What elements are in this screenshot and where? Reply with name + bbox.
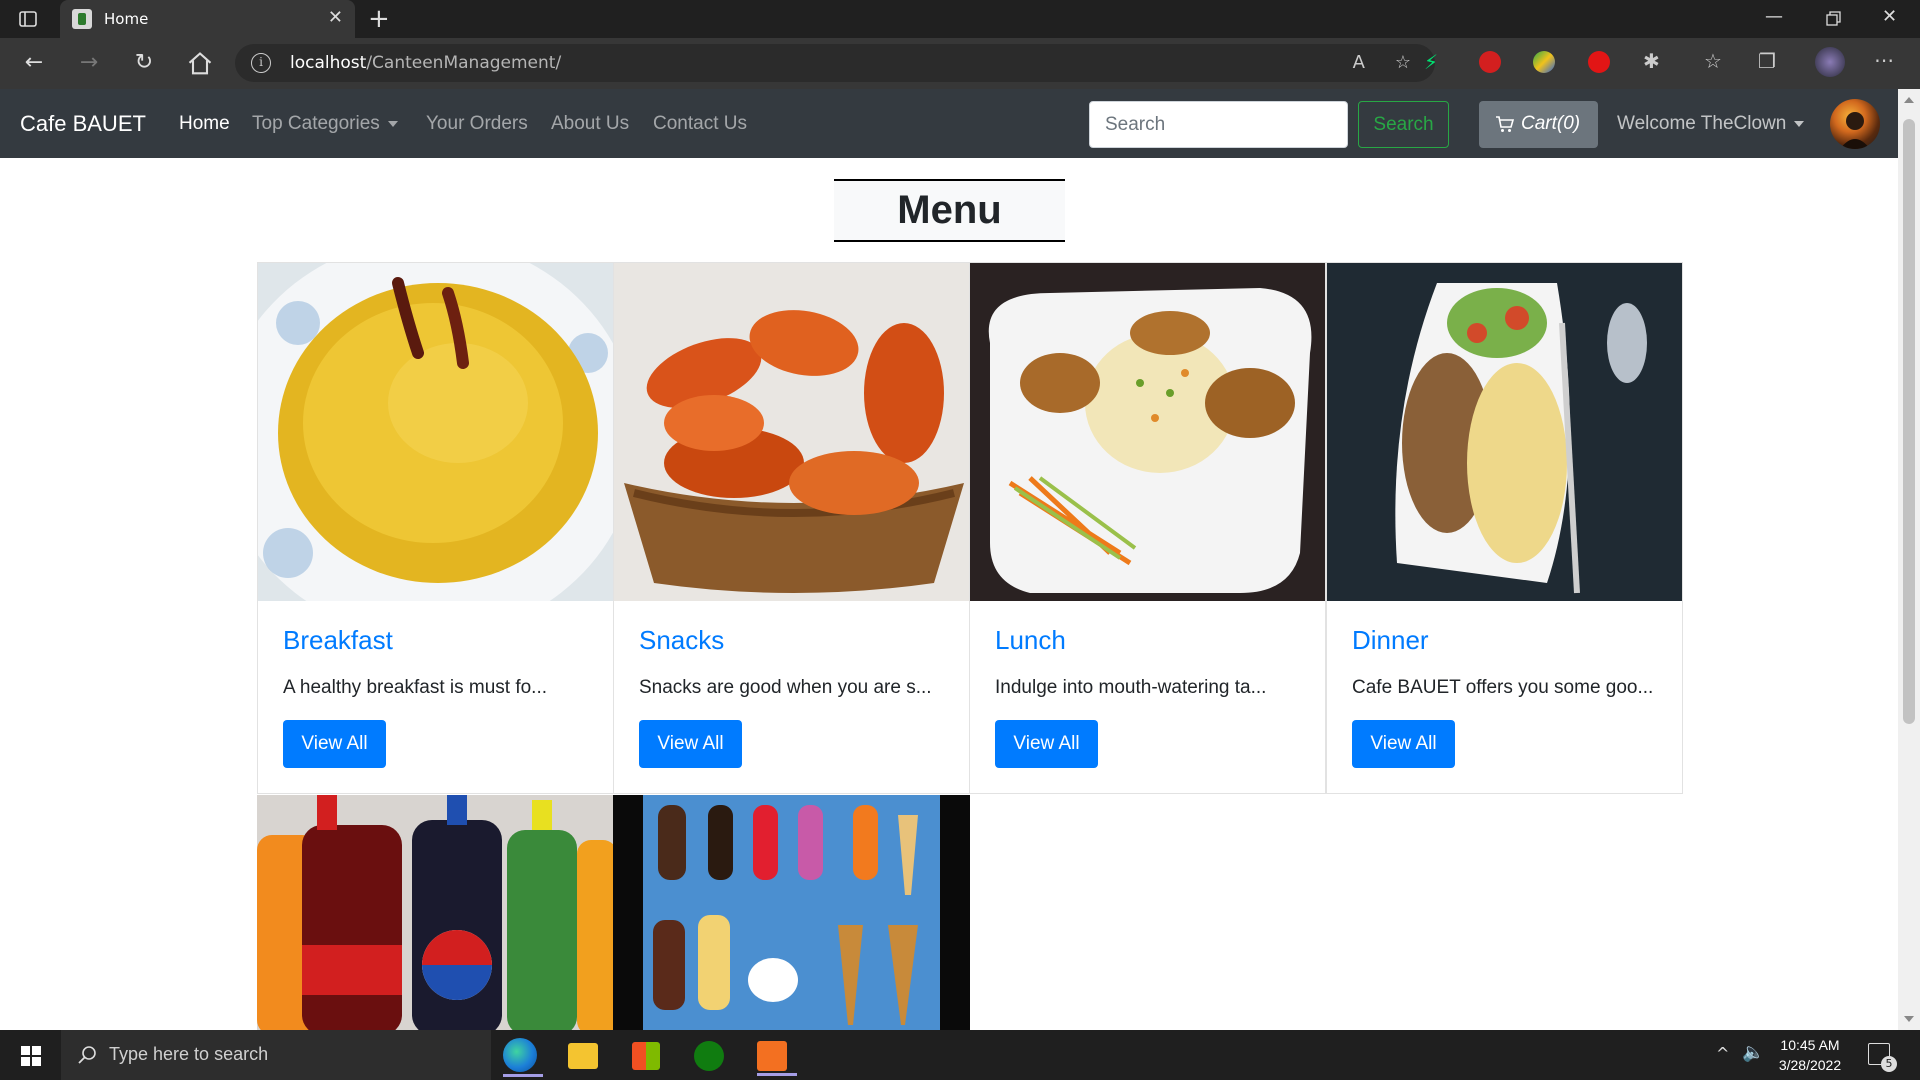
user-menu-toggle[interactable]: Welcome TheClown bbox=[1617, 113, 1805, 135]
card-title[interactable]: Snacks bbox=[639, 625, 724, 656]
card-description: Snacks are good when you are s... bbox=[639, 677, 932, 698]
address-bar[interactable]: i localhost/CanteenManagement/ A ☆ bbox=[235, 44, 1435, 82]
browser-tab[interactable]: Home ✕ bbox=[60, 0, 355, 38]
scroll-thumb[interactable] bbox=[1903, 119, 1915, 724]
notification-count-badge: 5 bbox=[1881, 1056, 1897, 1072]
card-title[interactable]: Dinner bbox=[1352, 625, 1429, 656]
user-avatar[interactable] bbox=[1830, 99, 1880, 149]
volume-icon[interactable]: 🔈 bbox=[1742, 1042, 1764, 1063]
card-description: A healthy breakfast is must fo... bbox=[283, 677, 548, 698]
show-hidden-icons-icon[interactable]: ^ bbox=[1716, 1044, 1729, 1063]
favorites-icon[interactable]: ☆ bbox=[1704, 49, 1722, 73]
extension-hand-icon[interactable] bbox=[1588, 51, 1610, 73]
refresh-icon[interactable]: ↻ bbox=[130, 49, 158, 77]
taskbar-search[interactable]: Type here to search bbox=[61, 1030, 491, 1080]
browser-toolbar: ← → ↻ i localhost/CanteenManagement/ A ☆… bbox=[0, 38, 1920, 89]
search-icon bbox=[78, 1046, 96, 1064]
restore-window-icon[interactable] bbox=[1826, 11, 1842, 27]
nav-your-orders[interactable]: Your Orders bbox=[426, 113, 528, 135]
brand-logo[interactable]: Cafe BAUET bbox=[20, 111, 146, 137]
rice-chicken-image bbox=[1327, 263, 1682, 601]
category-card-lunch: Lunch Indulge into mouth-watering ta... … bbox=[969, 262, 1326, 794]
nav-top-categories[interactable]: Top Categories bbox=[252, 113, 398, 135]
view-all-button[interactable]: View All bbox=[995, 720, 1098, 768]
xbox-icon[interactable] bbox=[694, 1041, 724, 1071]
site-info-icon[interactable]: i bbox=[251, 53, 271, 73]
search-button[interactable]: Search bbox=[1358, 101, 1449, 148]
card-description: Indulge into mouth-watering ta... bbox=[995, 677, 1267, 698]
home-icon[interactable] bbox=[186, 50, 214, 78]
windows-taskbar: Type here to search ^ 🔈 10:45 AM 3/28/20… bbox=[0, 1030, 1920, 1080]
close-window-icon[interactable]: ✕ bbox=[1882, 6, 1897, 27]
extension-red-icon[interactable] bbox=[1479, 51, 1501, 73]
cart-icon bbox=[1496, 116, 1515, 132]
nav-home[interactable]: Home bbox=[179, 113, 230, 135]
card-description: Cafe BAUET offers you some goo... bbox=[1352, 677, 1654, 698]
scroll-down-icon[interactable] bbox=[1904, 1016, 1914, 1022]
collections-icon[interactable]: ❐ bbox=[1758, 49, 1776, 73]
close-tab-icon[interactable]: ✕ bbox=[328, 8, 343, 28]
profile-avatar-icon[interactable] bbox=[1815, 47, 1845, 77]
xampp-icon[interactable] bbox=[757, 1041, 797, 1076]
search-input[interactable] bbox=[1089, 101, 1348, 148]
minimize-window-icon[interactable]: — bbox=[1765, 6, 1783, 27]
chevron-down-icon bbox=[1794, 120, 1805, 127]
page-title: Menu bbox=[834, 179, 1065, 242]
card-title[interactable]: Breakfast bbox=[283, 625, 393, 656]
cart-label: Cart(0) bbox=[1521, 113, 1581, 134]
tab-actions-icon[interactable] bbox=[18, 9, 38, 29]
site-navbar: Cafe BAUET Home Top Categories Your Orde… bbox=[0, 89, 1898, 158]
notification-center-icon[interactable]: 5 bbox=[1868, 1043, 1897, 1072]
extensions-puzzle-icon[interactable]: ✱ bbox=[1643, 49, 1660, 73]
view-all-button[interactable]: View All bbox=[283, 720, 386, 768]
more-options-icon[interactable]: ⋯ bbox=[1874, 48, 1894, 72]
card-title[interactable]: Lunch bbox=[995, 625, 1066, 656]
microsoft-store-icon[interactable] bbox=[632, 1042, 660, 1070]
url-text[interactable]: localhost/CanteenManagement/ bbox=[290, 53, 561, 73]
category-card-snacks: Snacks Snacks are good when you are s...… bbox=[613, 262, 970, 794]
nav-about-us[interactable]: About Us bbox=[551, 113, 629, 135]
yellow-rice-image bbox=[258, 263, 613, 601]
add-favorite-icon[interactable]: ☆ bbox=[1395, 52, 1411, 73]
view-all-button[interactable]: View All bbox=[1352, 720, 1455, 768]
chevron-down-icon bbox=[387, 120, 398, 127]
ice-cream-image[interactable] bbox=[613, 795, 970, 1030]
category-card-breakfast: Breakfast A healthy breakfast is must fo… bbox=[257, 262, 614, 794]
edge-browser-icon[interactable] bbox=[503, 1038, 543, 1077]
site-favicon-icon bbox=[72, 9, 92, 29]
windows-start-icon[interactable] bbox=[21, 1046, 41, 1066]
taskbar-search-text: Type here to search bbox=[109, 1044, 269, 1064]
view-all-button[interactable]: View All bbox=[639, 720, 742, 768]
extension-color-icon[interactable] bbox=[1533, 51, 1555, 73]
system-clock[interactable]: 10:45 AM 3/28/2022 bbox=[1770, 1035, 1850, 1075]
nav-contact-us[interactable]: Contact Us bbox=[653, 113, 747, 135]
browser-tab-bar: Home ✕ + — ✕ bbox=[0, 0, 1920, 38]
file-explorer-icon[interactable] bbox=[568, 1043, 598, 1069]
back-icon[interactable]: ← bbox=[20, 49, 48, 77]
fried-rice-image bbox=[970, 263, 1325, 601]
cart-button[interactable]: Cart(0) bbox=[1479, 101, 1598, 148]
category-card-dinner: Dinner Cafe BAUET offers you some goo...… bbox=[1326, 262, 1683, 794]
fried-snacks-image bbox=[614, 263, 969, 601]
read-aloud-icon[interactable]: A bbox=[1353, 52, 1365, 73]
tab-title: Home bbox=[104, 10, 149, 28]
extension-bolt-icon[interactable]: ⚡ bbox=[1424, 50, 1438, 74]
soft-drinks-image[interactable] bbox=[257, 795, 614, 1030]
forward-icon[interactable]: → bbox=[75, 49, 103, 77]
scroll-up-icon[interactable] bbox=[1904, 97, 1914, 103]
page-scrollbar[interactable] bbox=[1898, 89, 1920, 1030]
new-tab-icon[interactable]: + bbox=[368, 4, 390, 34]
